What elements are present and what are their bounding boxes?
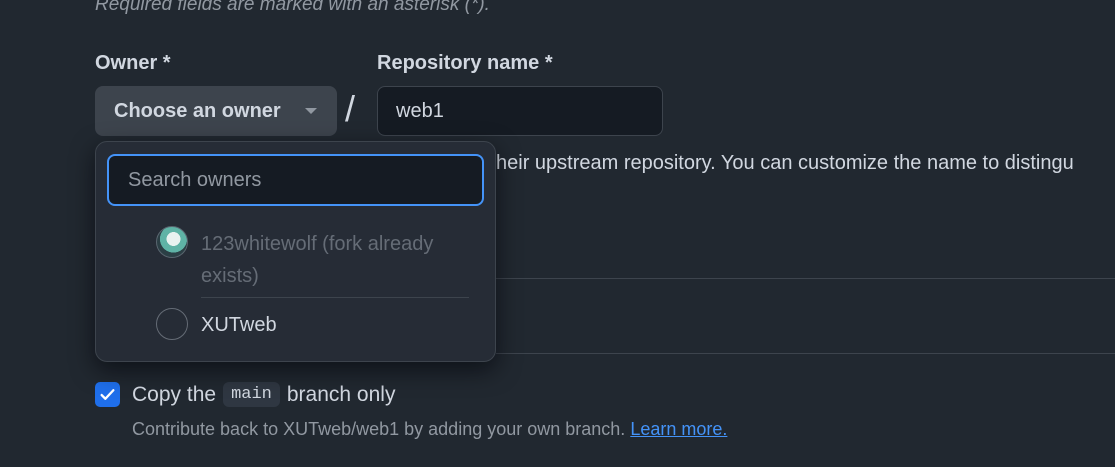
learn-more-link[interactable]: Learn more.	[630, 419, 727, 439]
owner-repo-separator: /	[345, 88, 356, 129]
check-icon	[100, 389, 115, 400]
search-owners-input[interactable]	[107, 154, 484, 206]
copy-branch-label[interactable]: Copy the main branch only	[132, 382, 395, 407]
divider	[496, 278, 1115, 279]
help-text: Contribute back to XUTweb/web1 by adding…	[132, 419, 626, 439]
owner-option-xutweb[interactable]: XUTweb	[201, 309, 277, 341]
owner-label: Owner *	[95, 52, 171, 74]
copy-suffix: branch only	[286, 382, 396, 406]
wolf-avatar-icon	[156, 226, 188, 258]
contribute-help-text: Contribute back to XUTweb/web1 by adding…	[132, 419, 727, 440]
choose-owner-label: Choose an owner	[114, 99, 281, 122]
choose-owner-button[interactable]: Choose an owner	[95, 86, 337, 136]
fork-name-description: heir upstream repository. You can custom…	[496, 152, 1074, 174]
copy-prefix: Copy the	[132, 382, 217, 406]
branch-name-code: main	[223, 382, 280, 407]
owner-option-123whitewolf: 123whitewolf (fork already exists)	[201, 233, 434, 287]
repository-name-input[interactable]	[377, 86, 663, 136]
required-fields-note: Required fields are marked with an aster…	[95, 0, 490, 15]
option-divider	[201, 297, 469, 298]
caret-down-icon	[305, 108, 317, 114]
copy-main-branch-checkbox[interactable]	[95, 382, 120, 407]
divider	[496, 353, 1115, 354]
owner-dropdown: 123whitewolf (fork already exists) XUTwe…	[95, 141, 496, 362]
repository-name-label: Repository name *	[377, 52, 553, 74]
empty-avatar-icon	[156, 308, 188, 340]
